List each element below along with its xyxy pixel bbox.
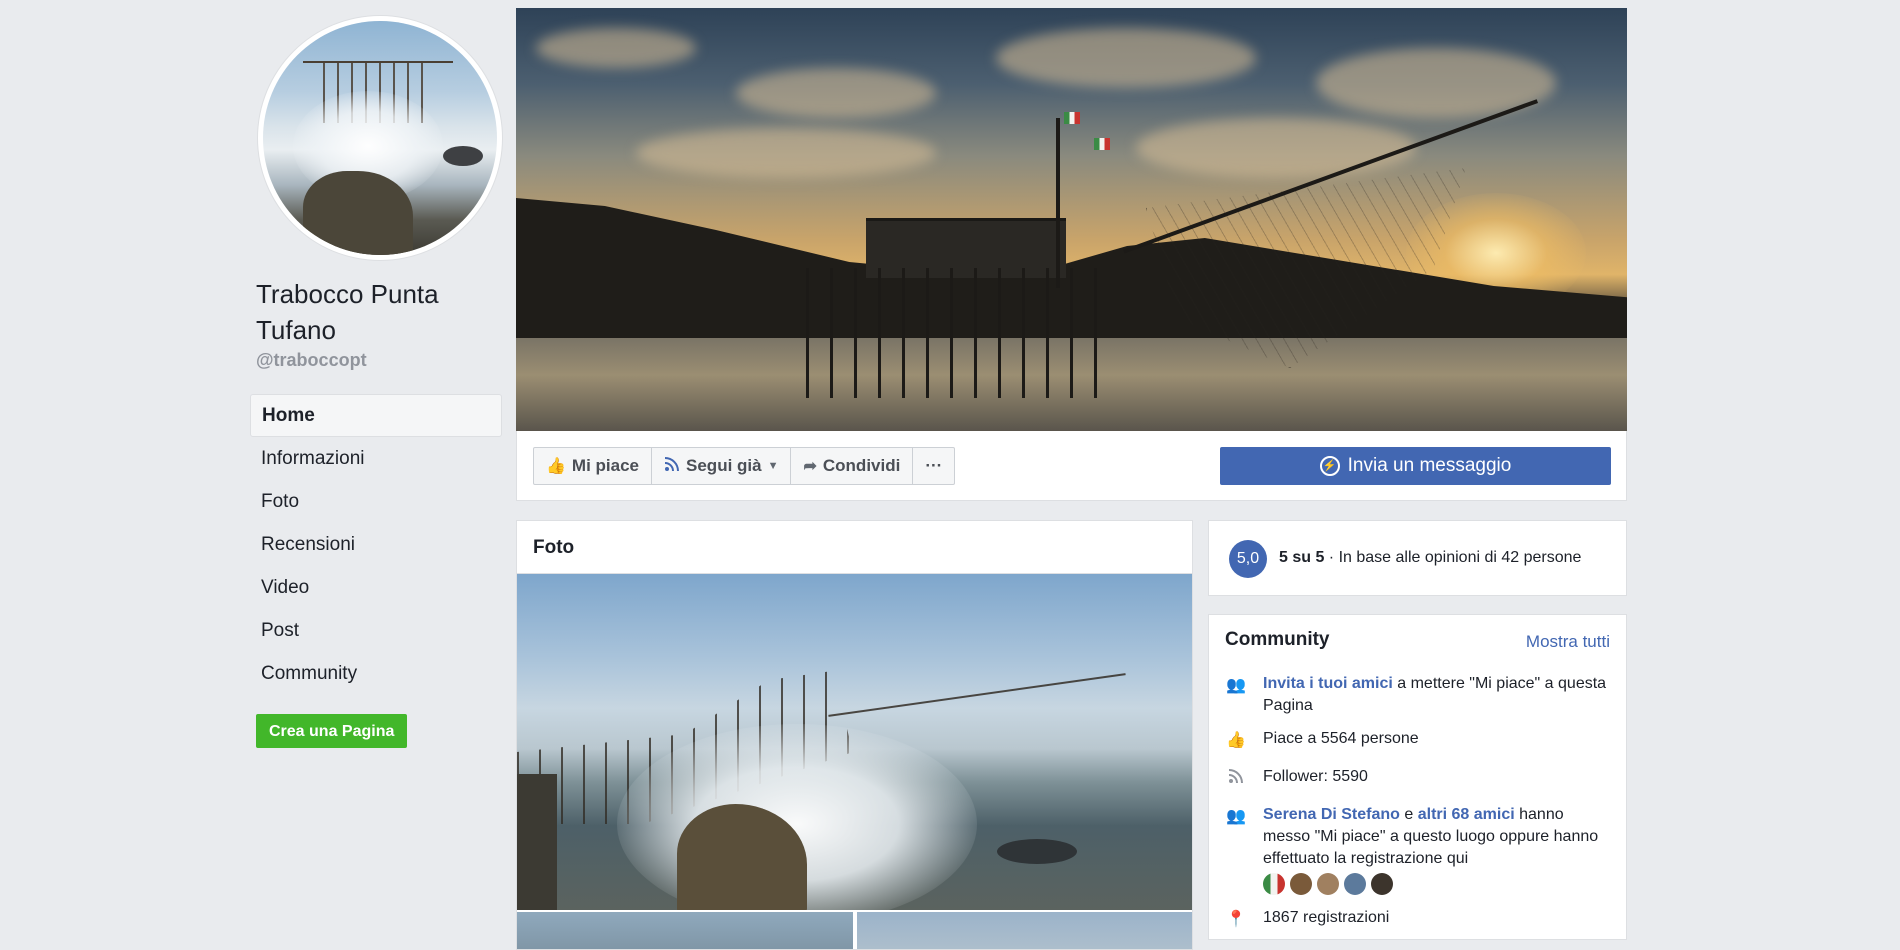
avatar[interactable] [1290,873,1312,895]
photos-card: Foto [516,520,1193,950]
followers-count: Follower: 5590 [1263,768,1368,785]
page-action-bar: 👍 Mi piace Segui già ▼ ➦ Condividi ··· ⚡… [516,431,1627,501]
nav-item-post[interactable]: Post [250,609,502,652]
community-title: Community [1225,629,1330,650]
nav-item-informazioni[interactable]: Informazioni [250,437,502,480]
community-card: Community Mostra tutti 👥 Invita i tuoi a… [1208,614,1627,940]
invite-friends-link[interactable]: Invita i tuoi amici [1263,675,1393,692]
more-friends-link[interactable]: altri 68 amici [1418,806,1515,823]
avatar[interactable] [1371,873,1393,895]
like-label: Mi piace [571,456,640,475]
checkins-row: 📍 1867 registrazioni [1225,907,1615,929]
page-handle: @traboccopt [256,350,367,370]
rating-summary[interactable]: 5 su 5 · In base alle opinioni di 42 per… [1279,549,1581,567]
likes-row: 👍 Piace a 5564 persone [1225,728,1615,750]
avatar[interactable] [1317,873,1339,895]
friend-avatars [1263,873,1613,895]
more-button[interactable]: ··· [913,448,954,484]
thumbs-up-icon: 👍 [546,458,566,475]
share-button[interactable]: ➦ Condividi [791,448,914,484]
photos-title[interactable]: Foto [517,521,1192,574]
avatar[interactable] [1344,873,1366,895]
photo-thumbnail[interactable] [517,912,853,949]
followers-row: Follower: 5590 [1225,766,1615,788]
nav-item-video[interactable]: Video [250,566,502,609]
photo-main[interactable] [517,574,1192,910]
rating-detail-text: · In base alle opinioni di 42 persone [1324,549,1582,566]
more-icon: ··· [925,456,943,475]
send-message-button[interactable]: ⚡ Invia un messaggio [1220,447,1611,485]
nav-item-home[interactable]: Home [250,394,502,437]
checkins-count: 1867 registrazioni [1263,909,1390,926]
cover-photo[interactable] [516,8,1627,431]
like-button[interactable]: 👍 Mi piace [534,448,653,484]
page-title[interactable]: Trabocco Punta Tufano [256,276,496,348]
map-pin-icon: 📍 [1226,911,1246,928]
messenger-icon: ⚡ [1319,456,1340,476]
profile-photo-image [263,21,497,255]
nav-item-community[interactable]: Community [250,652,502,695]
photo-thumbnail[interactable] [857,912,1192,949]
likes-count: Piace a 5564 persone [1263,730,1419,747]
invite-row: 👥 Invita i tuoi amici a mettere "Mi piac… [1225,673,1615,717]
friends-icon: 👥 [1226,677,1246,694]
rss-icon [664,456,680,477]
thumbs-up-icon: 👍 [1226,732,1246,749]
avatar[interactable] [1263,873,1285,895]
rating-badge: 5,0 [1229,540,1267,578]
share-icon: ➦ [803,458,817,475]
rating-score-text: 5 su 5 [1279,549,1325,566]
friends-and-text: e [1399,806,1418,823]
rss-icon [1225,768,1247,791]
chevron-down-icon: ▼ [767,460,779,472]
friends-icon: 👥 [1226,808,1246,825]
page-nav: Home Informazioni Foto Recensioni Video … [250,394,502,695]
friend-name-link[interactable]: Serena Di Stefano [1263,806,1400,823]
send-message-label: Invia un messaggio [1347,455,1512,476]
create-page-button[interactable]: Crea una Pagina [256,714,408,748]
nav-item-foto[interactable]: Foto [250,480,502,523]
follow-button[interactable]: Segui già ▼ [652,448,792,484]
profile-picture[interactable] [258,16,502,260]
follow-label: Segui già [686,456,762,475]
share-label: Condividi [822,456,901,475]
rating-card: 5,0 5 su 5 · In base alle opinioni di 42… [1208,520,1627,596]
friends-row: 👥 Serena Di Stefano e altri 68 amici han… [1225,804,1615,896]
see-all-link[interactable]: Mostra tutti [1526,632,1610,652]
action-button-group: 👍 Mi piace Segui già ▼ ➦ Condividi ··· [533,447,956,485]
nav-item-recensioni[interactable]: Recensioni [250,523,502,566]
